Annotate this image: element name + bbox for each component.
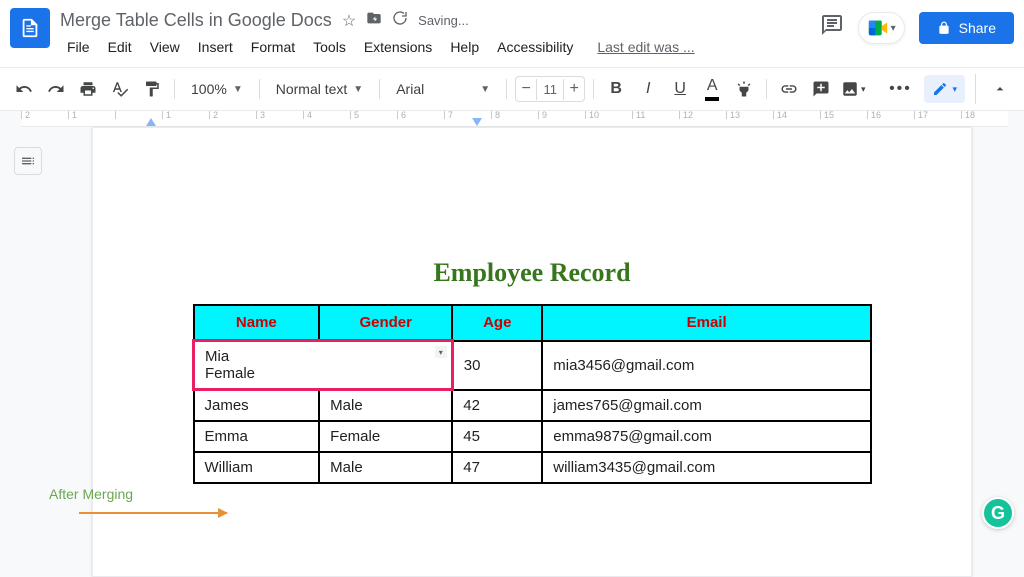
menu-tools[interactable]: Tools [306, 35, 353, 59]
docs-icon[interactable] [10, 8, 50, 48]
redo-button[interactable] [42, 75, 70, 103]
merged-cell[interactable]: ▾ Mia Female [194, 341, 453, 390]
cell[interactable]: Male [319, 390, 452, 422]
annotation-arrow [79, 512, 227, 514]
table-row: Emma Female 45 emma9875@gmail.com [194, 421, 872, 452]
cell[interactable]: James [194, 390, 320, 422]
cell[interactable]: 47 [452, 452, 542, 483]
doc-title[interactable]: Merge Table Cells in Google Docs [60, 10, 332, 31]
star-icon[interactable]: ☆ [342, 11, 356, 31]
add-comment-button[interactable] [807, 75, 835, 103]
header-age[interactable]: Age [452, 305, 542, 341]
menu-format[interactable]: Format [244, 35, 302, 59]
employee-table[interactable]: Name Gender Age Email ▾ Mia Female 30 mi… [192, 304, 872, 484]
cell[interactable]: 45 [452, 421, 542, 452]
menu-file[interactable]: File [60, 35, 97, 59]
last-edit-link[interactable]: Last edit was ... [590, 35, 701, 59]
link-button[interactable] [775, 75, 803, 103]
table-row: ▾ Mia Female 30 mia3456@gmail.com [194, 341, 872, 390]
print-button[interactable] [74, 75, 102, 103]
menu-edit[interactable]: Edit [101, 35, 139, 59]
annotation-label: After Merging [49, 486, 133, 502]
hide-menus-button[interactable] [986, 75, 1014, 103]
menu-accessibility[interactable]: Accessibility [490, 35, 580, 59]
insert-image-button[interactable]: ▾ [839, 75, 867, 103]
fontsize-increase[interactable]: + [564, 77, 584, 101]
outline-icon[interactable] [14, 147, 42, 175]
style-dropdown[interactable]: Normal text▼ [268, 77, 371, 101]
more-button[interactable]: ••• [886, 75, 914, 103]
italic-button[interactable]: I [634, 75, 662, 103]
fontsize-decrease[interactable]: − [516, 77, 536, 101]
cell[interactable]: Male [319, 452, 452, 483]
table-header-row: Name Gender Age Email [194, 305, 872, 341]
left-indent-marker[interactable] [146, 118, 156, 126]
cell[interactable]: emma9875@gmail.com [542, 421, 871, 452]
right-indent-marker[interactable] [472, 118, 482, 126]
comment-history-icon[interactable] [820, 13, 844, 43]
spellcheck-button[interactable] [106, 75, 134, 103]
share-label: Share [959, 20, 996, 36]
title-row: Merge Table Cells in Google Docs ☆ Savin… [60, 6, 820, 31]
horizontal-ruler[interactable]: 21123456789101112131415161718 [21, 111, 1008, 127]
meet-button[interactable]: ▾ [858, 12, 905, 44]
font-size-control[interactable]: − 11 + [515, 76, 585, 102]
cell[interactable]: Female [319, 421, 452, 452]
cell-age[interactable]: 30 [452, 341, 542, 390]
toolbar: 100%▼ Normal text▼ Arial▼ − 11 + B I U A… [0, 67, 1024, 111]
cloud-status-icon[interactable] [392, 10, 408, 31]
menubar: File Edit View Insert Format Tools Exten… [60, 31, 820, 67]
cell[interactable]: james765@gmail.com [542, 390, 871, 422]
main-area: After Merging Employee Record Name Gende… [0, 127, 1024, 577]
menu-help[interactable]: Help [443, 35, 486, 59]
app-header: Merge Table Cells in Google Docs ☆ Savin… [0, 0, 1024, 67]
cell[interactable]: 42 [452, 390, 542, 422]
cell-dropdown-icon[interactable]: ▾ [435, 346, 447, 358]
document-page[interactable]: After Merging Employee Record Name Gende… [92, 127, 972, 577]
font-dropdown[interactable]: Arial▼ [388, 77, 498, 101]
bold-button[interactable]: B [602, 75, 630, 103]
menu-insert[interactable]: Insert [191, 35, 240, 59]
header-name[interactable]: Name [194, 305, 320, 341]
mode-dropdown[interactable]: ▾ [924, 75, 965, 103]
ruler-wrap: 21123456789101112131415161718 [0, 111, 1024, 127]
table-row: William Male 47 william3435@gmail.com [194, 452, 872, 483]
text-color-button[interactable]: A [698, 75, 726, 103]
zoom-dropdown[interactable]: 100%▼ [183, 77, 251, 101]
paint-format-button[interactable] [138, 75, 166, 103]
share-button[interactable]: Share [919, 12, 1014, 44]
cell[interactable]: Emma [194, 421, 320, 452]
table-row: James Male 42 james765@gmail.com [194, 390, 872, 422]
grammarly-icon[interactable]: G [982, 497, 1014, 529]
menu-extensions[interactable]: Extensions [357, 35, 439, 59]
menu-view[interactable]: View [143, 35, 187, 59]
cell-email[interactable]: mia3456@gmail.com [542, 341, 871, 390]
fontsize-value[interactable]: 11 [536, 79, 564, 100]
underline-button[interactable]: U [666, 75, 694, 103]
undo-button[interactable] [10, 75, 38, 103]
highlight-button[interactable] [730, 75, 758, 103]
move-icon[interactable] [366, 10, 382, 31]
document-title[interactable]: Employee Record [93, 258, 971, 288]
header-gender[interactable]: Gender [319, 305, 452, 341]
header-email[interactable]: Email [542, 305, 871, 341]
saving-status: Saving... [418, 13, 469, 28]
cell[interactable]: william3435@gmail.com [542, 452, 871, 483]
cell[interactable]: William [194, 452, 320, 483]
